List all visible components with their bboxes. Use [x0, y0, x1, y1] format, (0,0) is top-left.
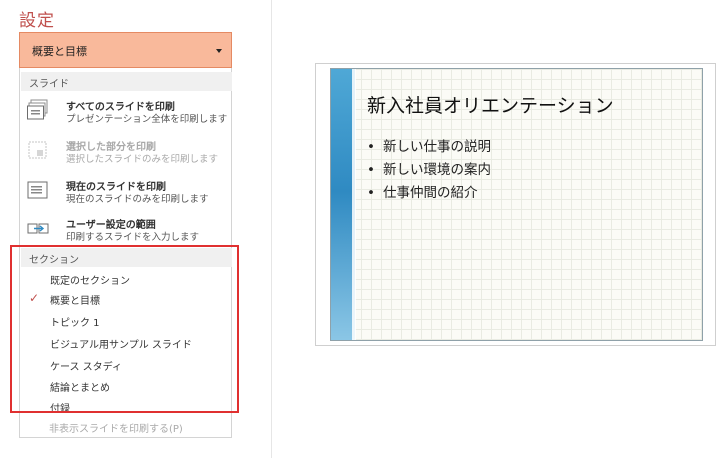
- print-hidden-slides-option[interactable]: 非表示スライドを印刷する(P): [49, 420, 183, 435]
- chevron-down-icon: [216, 49, 222, 53]
- option-subtitle: 選択したスライドのみを印刷します: [66, 154, 219, 165]
- slides-section-header: スライド: [21, 72, 232, 91]
- slide-accent-stripe: [352, 69, 356, 340]
- highlight-box: [10, 245, 239, 413]
- print-range-dropdown[interactable]: 概要と目標: [19, 32, 232, 68]
- slide-title: 新入社員オリエンテーション: [367, 95, 614, 117]
- print-current-slide-option[interactable]: 現在のスライドを印刷 現在のスライドのみを印刷します: [20, 174, 232, 208]
- custom-range-option[interactable]: ユーザー設定の範囲 印刷するスライドを入力します: [20, 212, 232, 246]
- print-selection-option[interactable]: 選択した部分を印刷 選択したスライドのみを印刷します: [20, 134, 232, 168]
- slide-bullet: 新しい環境の案内: [367, 158, 491, 181]
- settings-title: 設定: [19, 11, 55, 31]
- slide-bullet: 仕事仲間の紹介: [367, 181, 491, 204]
- dropdown-value: 概要と目標: [32, 45, 87, 58]
- current-slide-icon: [27, 181, 48, 199]
- print-all-slides-option[interactable]: すべてのスライドを印刷 プレゼンテーション全体を印刷します: [20, 94, 232, 128]
- print-preview: 新入社員オリエンテーション 新しい仕事の説明 新しい環境の案内 仕事仲間の紹介: [315, 63, 716, 346]
- option-subtitle: 印刷するスライドを入力します: [66, 232, 200, 243]
- all-slides-icon: [27, 99, 48, 120]
- slide-preview: 新入社員オリエンテーション 新しい仕事の説明 新しい環境の案内 仕事仲間の紹介: [330, 68, 703, 341]
- option-subtitle: 現在のスライドのみを印刷します: [66, 194, 209, 205]
- custom-range-icon: [27, 223, 49, 234]
- slide-bullet: 新しい仕事の説明: [367, 135, 491, 158]
- divider: [271, 0, 272, 458]
- option-subtitle: プレゼンテーション全体を印刷します: [66, 114, 228, 125]
- slide-bullets: 新しい仕事の説明 新しい環境の案内 仕事仲間の紹介: [367, 135, 491, 204]
- selection-icon: [28, 141, 47, 159]
